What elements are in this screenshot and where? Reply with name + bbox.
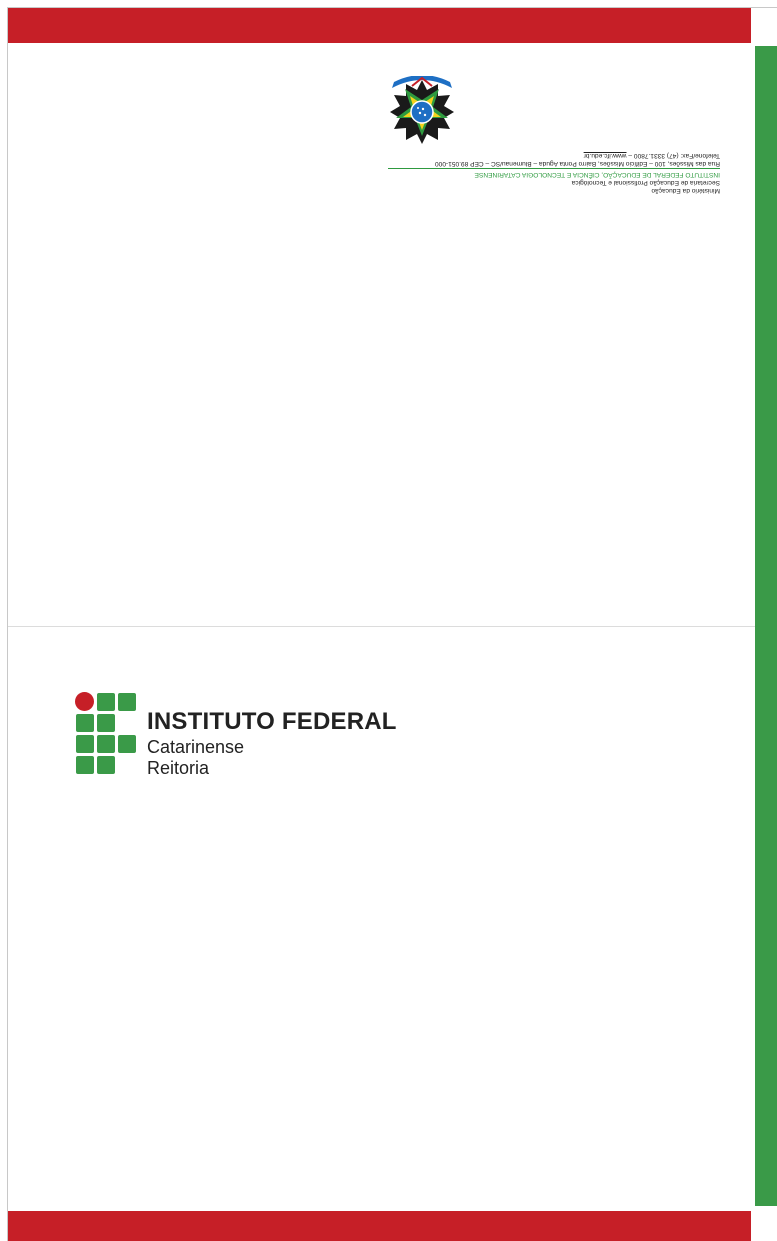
logo-square (76, 714, 94, 732)
logo-square (97, 693, 115, 711)
top-red-band (8, 8, 751, 43)
institute-full-name: INSTITUTO FEDERAL DE EDUCAÇÃO, CIÊNCIA E… (474, 171, 720, 178)
logo-square (97, 735, 115, 753)
logo-mark-icon (75, 692, 137, 776)
secretariat-text: Secretaria de Educação Profissional e Te… (571, 179, 720, 186)
logo-square (76, 735, 94, 753)
ministry-text: Ministério da Educação (651, 187, 720, 194)
logo-wordmark: INSTITUTO FEDERAL Catarinense Reitoria (147, 707, 397, 779)
return-address-block: Ministério da Educação Secretaria de Edu… (388, 76, 720, 194)
institute-underline (388, 168, 720, 169)
phone-text: Telefone/Fax: (47) 3331.7800 – (626, 152, 720, 159)
website-link[interactable]: www.ifc.edu.br (584, 152, 627, 159)
right-green-band (755, 46, 777, 1206)
bottom-red-band (8, 1211, 751, 1241)
logo-red-dot (75, 692, 94, 711)
logo-square (97, 714, 115, 732)
logo-square (97, 756, 115, 774)
address-text: Rua das Missões, 100 – Edifício Missões,… (434, 160, 720, 167)
phone-line: Telefone/Fax: (47) 3331.7800 – www.ifc.e… (388, 151, 720, 159)
republic-coat-of-arms-icon (390, 76, 454, 144)
logo-unit: Reitoria (147, 758, 210, 778)
return-address-text: Ministério da Educação Secretaria de Edu… (388, 151, 720, 194)
institute-logo: INSTITUTO FEDERAL Catarinense Reitoria (75, 692, 405, 778)
logo-square (118, 693, 136, 711)
logo-subtitle: Catarinense (147, 737, 245, 757)
logo-title: INSTITUTO FEDERAL (147, 708, 397, 735)
logo-square (76, 756, 94, 774)
logo-square (118, 735, 136, 753)
fold-line (8, 626, 755, 627)
